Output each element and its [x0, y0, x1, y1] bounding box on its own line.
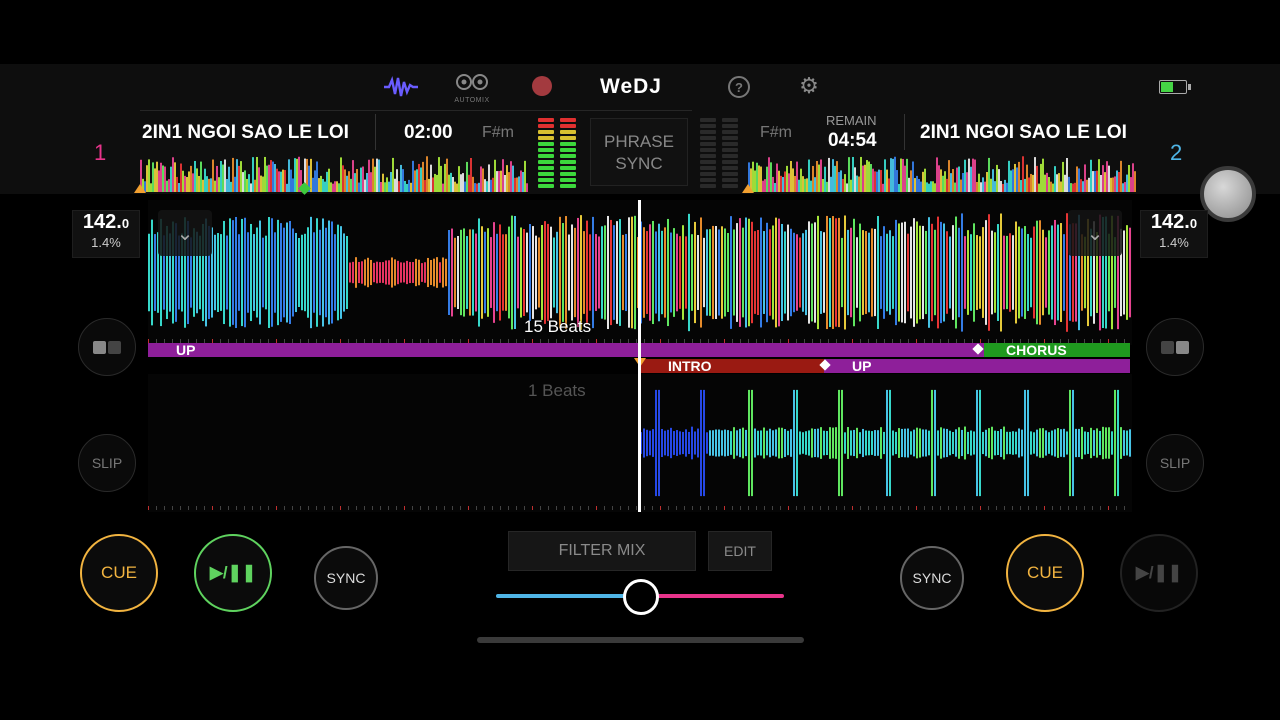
deck1-cue-button[interactable]: CUE [80, 534, 158, 612]
crossfader-right-track [640, 594, 784, 598]
filter-mix-button[interactable]: FILTER MIX [508, 531, 696, 571]
app-logo: WeDJ [600, 75, 662, 98]
deck2-bpm-display[interactable]: 142.0 1.4% [1140, 210, 1208, 258]
deck1-sync-button[interactable]: SYNC [314, 546, 378, 610]
deck1-bpm: 142.0 [82, 211, 130, 233]
deck1-pad-mode-button[interactable] [78, 318, 136, 376]
phrase-sync-line1: PHRASE [604, 132, 674, 151]
deck1-key: F#m [482, 124, 514, 141]
divider [904, 114, 905, 150]
phrase-sync-button[interactable]: PHRASE SYNC [590, 118, 688, 186]
deck2-cue-button[interactable]: CUE [1006, 534, 1084, 612]
home-indicator [477, 637, 804, 643]
record-icon[interactable] [532, 76, 552, 96]
phrase-sync-line2: SYNC [615, 154, 663, 173]
deck2-key: F#m [760, 124, 792, 141]
crossfader-knob[interactable] [623, 579, 659, 615]
deck1-beats-label: 15 Beats [524, 317, 592, 336]
settings-icon[interactable]: ⚙ [798, 73, 820, 98]
pad-mode-icon [1161, 340, 1189, 354]
deck2-phrase-label-up: UP [852, 358, 872, 374]
deck1-phrase-label-chorus: CHORUS [1006, 342, 1067, 358]
deck1-track-title[interactable]: 2IN1 NGOI SAO LE LOI [142, 122, 358, 144]
divider [375, 114, 376, 150]
deck2-sync-button[interactable]: SYNC [900, 546, 964, 610]
automix-icon [456, 74, 488, 90]
deck2-bpm: 142.0 [1150, 211, 1198, 233]
deck2-remain-time: 04:54 [828, 130, 877, 151]
deck2-track-title[interactable]: 2IN1 NGOI SAO LE LOI [920, 122, 1136, 144]
help-icon[interactable]: ? [728, 76, 750, 98]
deck2-phrase-label-intro: INTRO [668, 358, 712, 374]
deck1-number: 1 [94, 140, 107, 165]
deck2-start-marker [742, 184, 754, 193]
deck1-slip-button[interactable]: SLIP [78, 434, 136, 492]
deck1-start-marker [134, 184, 146, 193]
assistive-touch-button[interactable] [1200, 166, 1256, 222]
automix-button[interactable]: AUTOMIX [452, 72, 492, 104]
deck2-play-pause-button[interactable]: ▶/❚❚ [1120, 534, 1198, 612]
deck1-phrase-label-up: UP [176, 342, 196, 358]
waveform-icon[interactable] [384, 74, 418, 100]
deck1-pitch: 1.4% [91, 235, 121, 250]
deck1-overview-waveform[interactable] [140, 154, 528, 192]
pad-mode-icon [93, 340, 121, 354]
deck2-collapse-chevron-icon[interactable]: ⌄ [1068, 210, 1122, 256]
deck2-remain-label: REMAIN [826, 113, 877, 128]
deck1-bpm-display[interactable]: 142.0 1.4% [72, 210, 140, 258]
playhead [638, 200, 641, 512]
deck2-pitch: 1.4% [1159, 235, 1189, 250]
filter-edit-button[interactable]: EDIT [708, 531, 772, 571]
deck2-overview-waveform[interactable] [748, 154, 1136, 192]
vu-meter-deck2 [700, 118, 738, 188]
vu-meter-deck1 [538, 118, 576, 188]
deck2-number: 2 [1170, 140, 1183, 165]
deck2-pad-mode-button[interactable] [1146, 318, 1204, 376]
deck1-collapse-chevron-icon[interactable]: ⌄ [158, 210, 212, 256]
deck1-elapsed-time: 02:00 [404, 122, 453, 143]
deck1-play-pause-button[interactable]: ▶/❚❚ [194, 534, 272, 612]
automix-label: AUTOMIX [454, 97, 490, 104]
battery-icon [1159, 80, 1191, 94]
deck2-slip-button[interactable]: SLIP [1146, 434, 1204, 492]
crossfader-left-track [496, 594, 640, 598]
deck2-beats-label: 1 Beats [528, 381, 586, 400]
